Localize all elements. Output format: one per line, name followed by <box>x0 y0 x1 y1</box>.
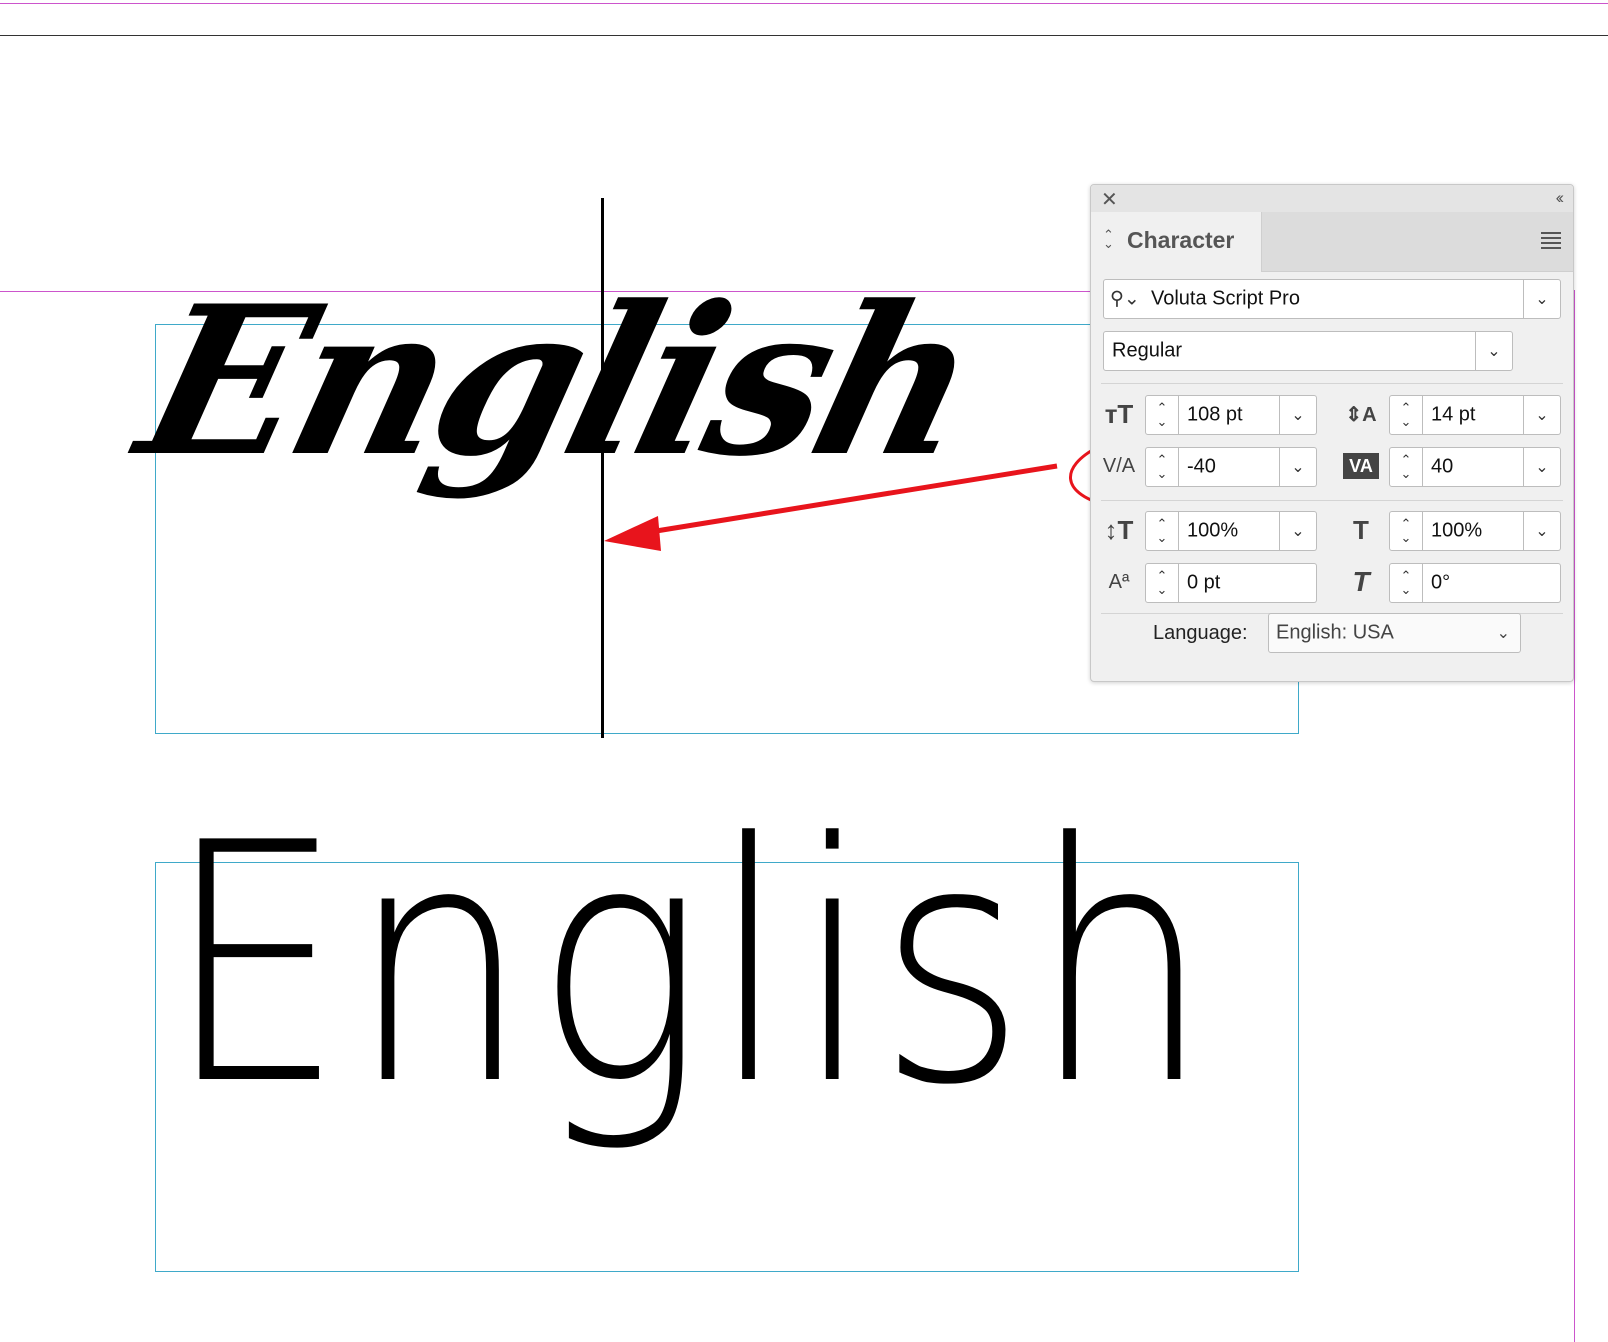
kerning-value: -40 <box>1187 455 1216 478</box>
vertical-scale-value: 100% <box>1187 519 1239 542</box>
chevron-down-icon[interactable]: ⌄ <box>1279 448 1316 486</box>
font-size-value: 108 pt <box>1187 403 1243 426</box>
vertical-scale-stepper[interactable]: ⌃ ⌄ <box>1145 511 1179 551</box>
font-family-field[interactable]: ⚲⌄ Voluta Script Pro ⌄ <box>1103 279 1561 319</box>
baseline-shift-icon: Aª <box>1108 570 1130 593</box>
vertical-scale-icon: ↕T <box>1104 514 1134 545</box>
language-select[interactable]: English: USA ⌄ <box>1268 613 1521 653</box>
tracking-value: 40 <box>1431 455 1454 478</box>
horizontal-scale-icon: T <box>1353 514 1369 545</box>
baseline-shift-field[interactable]: 0 pt <box>1179 563 1317 603</box>
chevron-down-icon[interactable]: ⌄ <box>1279 512 1316 550</box>
leading-stepper[interactable]: ⌃ ⌄ <box>1389 395 1423 435</box>
leading-field[interactable]: 14 pt ⌄ <box>1423 395 1561 435</box>
kerning-icon: V/A <box>1102 454 1136 477</box>
chevron-down-icon[interactable]: ⌄ <box>1475 332 1512 370</box>
font-style-field[interactable]: Regular ⌄ <box>1103 331 1513 371</box>
chevron-down-icon[interactable]: ⌄ <box>1523 280 1560 318</box>
horizontal-scale-field[interactable]: 100% ⌄ <box>1423 511 1561 551</box>
horizontal-scale-value: 100% <box>1431 519 1483 542</box>
language-value: English: USA <box>1276 621 1394 644</box>
baseline-shift-value: 0 pt <box>1187 571 1221 594</box>
kerning-stepper[interactable]: ⌃ ⌄ <box>1145 447 1179 487</box>
leading-icon: ⇕A <box>1345 403 1377 426</box>
tab-title: Character <box>1127 227 1235 253</box>
font-size-stepper[interactable]: ⌃ ⌄ <box>1145 395 1179 435</box>
vertical-scale-field[interactable]: 100% ⌄ <box>1179 511 1317 551</box>
margin-guide-right <box>1574 290 1575 1342</box>
font-size-field[interactable]: 108 pt ⌄ <box>1179 395 1317 435</box>
panel-titlebar[interactable]: ✕ ‹‹ <box>1091 185 1573 213</box>
font-size-icon: ᴛT <box>1104 398 1134 429</box>
character-panel[interactable]: ✕ ‹‹ ⌃ ⌄ Character ⚲⌄ Voluta Script Pro ⌄… <box>1090 184 1574 682</box>
skew-stepper[interactable]: ⌃ ⌄ <box>1389 563 1423 603</box>
horizontal-scale-stepper[interactable]: ⌃ ⌄ <box>1389 511 1423 551</box>
sort-arrows-icon: ⌃ ⌄ <box>1103 227 1114 251</box>
font-family-value: Voluta Script Pro <box>1151 287 1300 310</box>
tab-character[interactable]: ⌃ ⌄ Character <box>1091 212 1262 272</box>
language-label: Language: <box>1153 622 1248 644</box>
tracking-stepper[interactable]: ⌃ ⌄ <box>1389 447 1423 487</box>
skew-field[interactable]: 0° <box>1423 563 1561 603</box>
sample-text-top[interactable]: English <box>120 262 993 502</box>
panel-tab-strip: ⌃ ⌄ Character <box>1091 212 1573 272</box>
baseline-shift-stepper[interactable]: ⌃ ⌄ <box>1145 563 1179 603</box>
panel-divider <box>1101 500 1563 501</box>
double-chevron-left-icon[interactable]: ‹‹ <box>1556 188 1565 208</box>
skew-value: 0° <box>1431 571 1451 594</box>
page-edge-top <box>0 35 1608 36</box>
tracking-field[interactable]: 40 ⌄ <box>1423 447 1561 487</box>
chevron-down-icon[interactable]: ⌄ <box>1523 448 1560 486</box>
leading-value: 14 pt <box>1431 403 1476 426</box>
close-icon[interactable]: ✕ <box>1101 187 1118 212</box>
chevron-down-icon[interactable]: ⌄ <box>1523 396 1560 434</box>
margin-guide-top <box>0 3 1608 4</box>
chevron-down-icon: ⌄ <box>1496 625 1510 642</box>
search-icon: ⚲⌄ <box>1110 288 1140 310</box>
sample-text-bottom[interactable]: English <box>165 800 1216 1130</box>
font-style-value: Regular <box>1112 339 1183 362</box>
panel-divider <box>1101 383 1563 384</box>
text-cursor-line <box>601 198 604 738</box>
hamburger-menu-icon[interactable] <box>1541 232 1561 252</box>
tracking-icon: VA <box>1343 453 1379 479</box>
skew-icon: T <box>1352 566 1370 597</box>
kerning-field[interactable]: -40 ⌄ <box>1179 447 1317 487</box>
chevron-down-icon[interactable]: ⌄ <box>1523 512 1560 550</box>
chevron-down-icon[interactable]: ⌄ <box>1279 396 1316 434</box>
